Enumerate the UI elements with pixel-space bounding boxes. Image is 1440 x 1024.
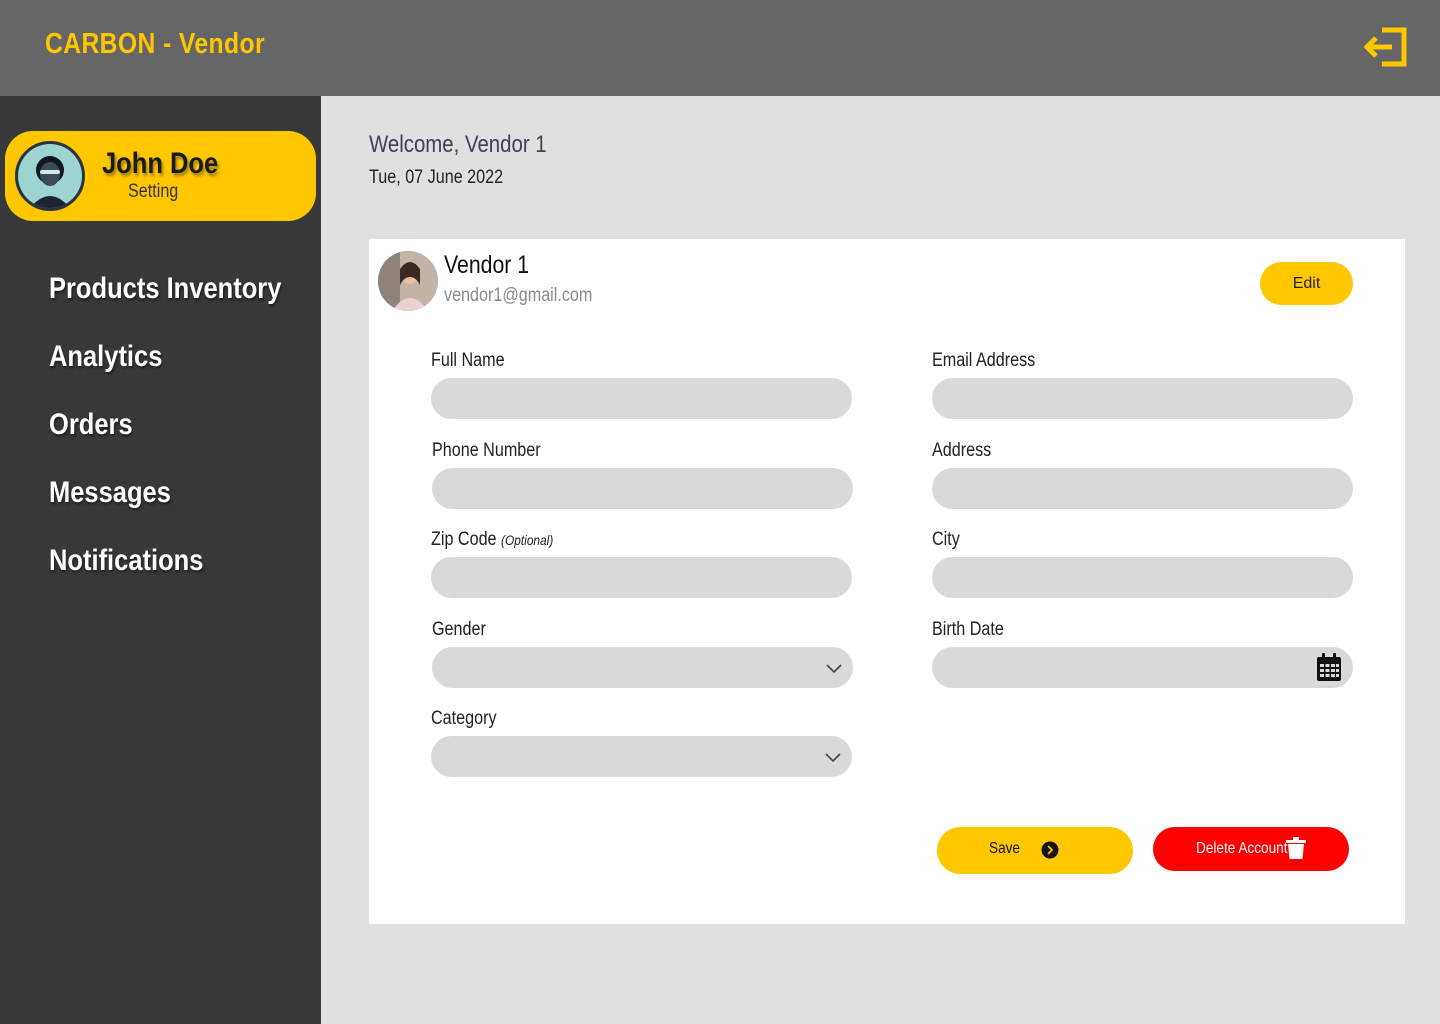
- phone-field[interactable]: [432, 468, 853, 509]
- delete-account-button[interactable]: Delete Account: [1153, 827, 1349, 871]
- current-date: Tue, 07 June 2022: [369, 167, 504, 188]
- category-select[interactable]: [431, 736, 852, 777]
- sidebar-item-notifications[interactable]: Notifications: [49, 544, 203, 578]
- vendor-name: Vendor 1: [444, 251, 530, 279]
- sidebar-item-analytics[interactable]: Analytics: [49, 340, 162, 374]
- gender-field[interactable]: [432, 647, 853, 688]
- save-button[interactable]: Save: [937, 827, 1133, 874]
- city-label: City: [932, 529, 960, 550]
- chevron-right-circle-icon: [1041, 841, 1059, 859]
- city-field[interactable]: [932, 557, 1353, 598]
- birth-date-picker[interactable]: [932, 647, 1353, 688]
- birth-date-field[interactable]: [932, 647, 1353, 688]
- edit-button[interactable]: Edit: [1260, 262, 1353, 305]
- phone-label: Phone Number: [432, 440, 541, 461]
- full-name-field[interactable]: [431, 378, 852, 419]
- top-bar: CARBON - Vendor: [0, 0, 1440, 96]
- gender-label: Gender: [432, 619, 486, 640]
- category-label: Category: [431, 708, 497, 729]
- address-label: Address: [932, 440, 992, 461]
- delete-account-label: Delete Account: [1196, 840, 1288, 857]
- welcome-heading: Welcome, Vendor 1: [369, 131, 547, 158]
- vendor-avatar: [378, 251, 438, 311]
- address-field[interactable]: [932, 468, 1353, 509]
- sidebar-item-products-inventory[interactable]: Products Inventory: [49, 272, 281, 306]
- save-button-label: Save: [989, 840, 1020, 857]
- gender-select[interactable]: [432, 647, 853, 688]
- sidebar-item-orders[interactable]: Orders: [49, 408, 133, 442]
- category-field[interactable]: [431, 736, 852, 777]
- birth-date-label: Birth Date: [932, 619, 1004, 640]
- vendor-profile-card: Vendor 1 vendor1@gmail.com Edit Full Nam…: [369, 239, 1405, 924]
- sidebar-item-messages[interactable]: Messages: [49, 476, 171, 510]
- zip-label-text: Zip Code: [431, 529, 497, 550]
- user-avatar-icon: [15, 141, 85, 211]
- app-title: CARBON - Vendor: [45, 28, 266, 60]
- profile-setting-link[interactable]: Setting: [128, 181, 178, 203]
- zip-label: Zip Code (Optional): [431, 529, 553, 551]
- profile-card[interactable]: John Doe Setting: [5, 131, 316, 221]
- full-name-label: Full Name: [431, 350, 505, 371]
- logout-icon[interactable]: [1362, 26, 1408, 68]
- calendar-icon[interactable]: [1315, 652, 1343, 682]
- vendor-email: vendor1@gmail.com: [444, 285, 593, 306]
- email-label: Email Address: [932, 350, 1036, 371]
- zip-optional-note: (Optional): [501, 532, 554, 548]
- trash-icon: [1286, 837, 1306, 859]
- profile-name: John Doe: [102, 147, 219, 180]
- sidebar: John Doe Setting Products Inventory Anal…: [0, 96, 321, 1024]
- zip-field[interactable]: [431, 557, 852, 598]
- email-field[interactable]: [932, 378, 1353, 419]
